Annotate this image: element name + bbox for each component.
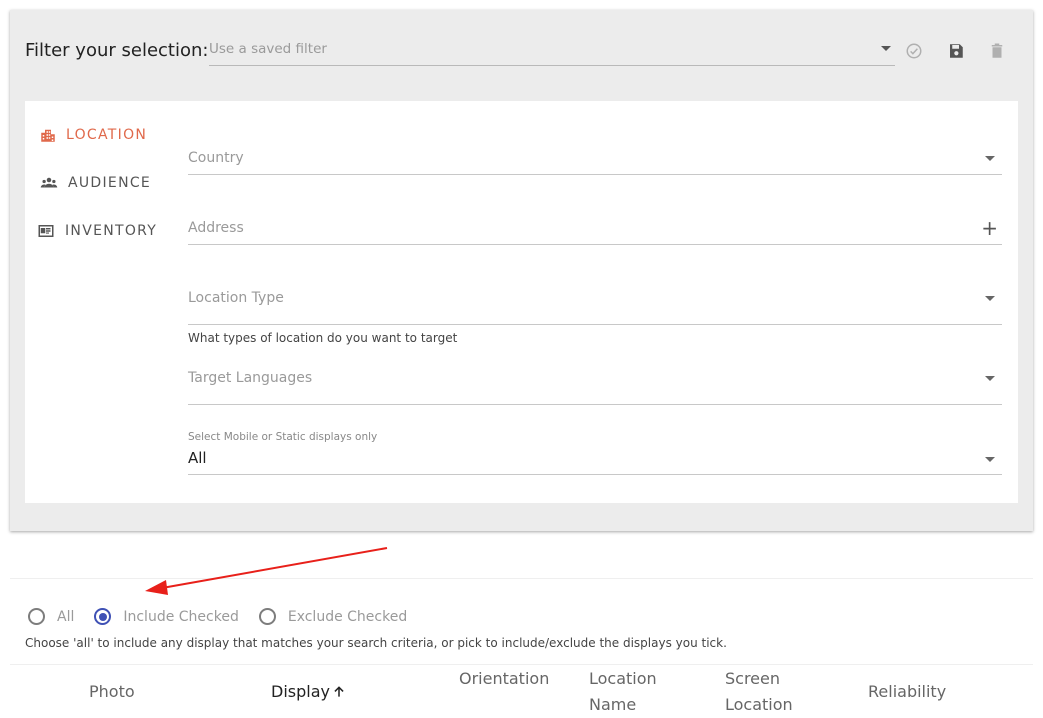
- annotation-arrow: [145, 547, 388, 595]
